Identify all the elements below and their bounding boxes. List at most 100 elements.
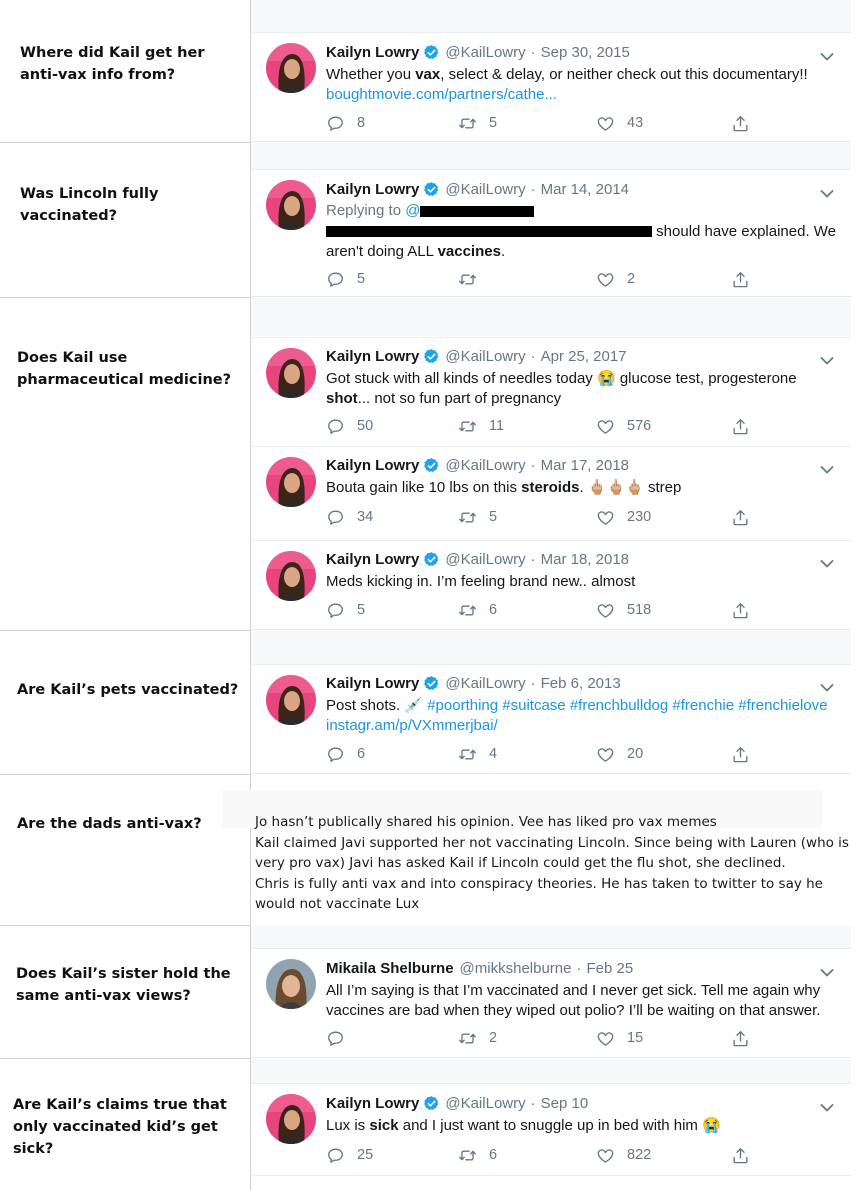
separator-dot: · — [576, 960, 582, 977]
retweet-button[interactable]: 6 — [458, 1145, 497, 1165]
verified-badge-icon — [423, 181, 440, 198]
author-name[interactable]: Kailyn Lowry — [326, 181, 419, 198]
tweet[interactable]: Mikaila Shelburne @mikkshelburne · Feb 2… — [252, 949, 850, 1057]
like-button[interactable]: 15 — [596, 1028, 643, 1048]
author-handle[interactable]: @KailLowry — [445, 1095, 525, 1112]
reply-button[interactable]: 34 — [326, 507, 373, 527]
author-name[interactable]: Kailyn Lowry — [326, 1095, 419, 1112]
share-button[interactable] — [731, 269, 750, 289]
separator-dot: · — [530, 675, 536, 692]
avatar[interactable] — [266, 43, 316, 93]
chevron-down-icon[interactable] — [820, 353, 834, 365]
author-name[interactable]: Kailyn Lowry — [326, 457, 419, 474]
like-button[interactable]: 822 — [596, 1145, 651, 1165]
share-button[interactable] — [731, 416, 750, 436]
share-button[interactable] — [731, 507, 750, 527]
author-handle[interactable]: @KailLowry — [445, 348, 525, 365]
like-button[interactable]: 230 — [596, 507, 651, 527]
reply-button[interactable]: 6 — [326, 744, 365, 764]
tweet-link[interactable]: boughtmovie.com/partners/cathe... — [326, 86, 557, 103]
chevron-down-icon[interactable] — [820, 186, 834, 198]
share-button[interactable] — [731, 1028, 750, 1048]
like-icon — [597, 603, 614, 618]
question-pharma-medicine: Does Kail use pharmaceutical medicine? — [17, 350, 232, 388]
avatar[interactable] — [266, 551, 316, 601]
share-button[interactable] — [731, 600, 750, 620]
tweet-date[interactable]: Feb 6, 2013 — [541, 675, 621, 692]
share-icon — [733, 418, 748, 434]
reply-button[interactable]: 25 — [326, 1145, 373, 1165]
share-button[interactable] — [731, 744, 750, 764]
author-name[interactable]: Kailyn Lowry — [326, 348, 419, 365]
like-button[interactable]: 43 — [596, 113, 643, 133]
retweet-count: 2 — [489, 1030, 498, 1046]
author-handle[interactable]: @KailLowry — [445, 551, 525, 568]
tweet-date[interactable]: Apr 25, 2017 — [541, 348, 627, 365]
retweet-button[interactable]: 4 — [458, 744, 497, 764]
reply-count: 50 — [357, 418, 374, 434]
reply-button[interactable]: 50 — [326, 416, 373, 436]
tweet-date[interactable]: Sep 10 — [541, 1095, 589, 1112]
retweet-button[interactable]: 11 — [458, 416, 504, 436]
retweet-button[interactable]: 2 — [458, 1028, 497, 1048]
retweet-button[interactable]: 6 — [458, 600, 497, 620]
reply-button[interactable] — [326, 1028, 357, 1048]
like-button[interactable]: 2 — [596, 269, 635, 289]
tweet[interactable]: Kailyn Lowry @KailLowry · Sep 30, 2015 W… — [252, 33, 850, 141]
author-handle[interactable]: @KailLowry — [445, 675, 525, 692]
reply-button[interactable]: 8 — [326, 113, 365, 133]
retweet-button[interactable] — [458, 269, 489, 289]
tweet-date[interactable]: Mar 14, 2014 — [541, 181, 629, 198]
chevron-down-icon[interactable] — [820, 462, 834, 474]
avatar[interactable] — [266, 675, 316, 725]
tweet[interactable]: Kailyn Lowry @KailLowry · Feb 6, 2013 Po… — [252, 665, 850, 773]
question-lincoln-vaccinated: Was Lincoln fully vaccinated? — [20, 186, 159, 224]
tweet-hashtags[interactable]: #poorthing #suitcase #frenchbulldog #fre… — [427, 697, 827, 714]
tweet-date[interactable]: Mar 17, 2018 — [541, 457, 629, 474]
chevron-down-icon[interactable] — [820, 1100, 834, 1112]
like-button[interactable]: 20 — [596, 744, 643, 764]
avatar[interactable] — [266, 457, 316, 507]
tweet[interactable]: Kailyn Lowry @KailLowry · Mar 18, 2018 M… — [252, 541, 850, 629]
avatar[interactable] — [266, 959, 316, 1009]
tweet[interactable]: Kailyn Lowry @KailLowry · Apr 25, 2017 G… — [252, 338, 850, 446]
avatar[interactable] — [266, 1094, 316, 1144]
author-handle[interactable]: @KailLowry — [445, 457, 525, 474]
author-name[interactable]: Mikaila Shelburne — [326, 960, 454, 977]
tweet[interactable]: Kailyn Lowry @KailLowry · Sep 10 Lux is … — [252, 1084, 850, 1175]
retweet-icon — [459, 511, 476, 523]
tweet[interactable]: Kailyn Lowry @KailLowry · Mar 14, 2014 R… — [252, 170, 850, 296]
chevron-down-icon[interactable] — [820, 680, 834, 692]
tweet-date[interactable]: Feb 25 — [586, 960, 633, 977]
like-count: 15 — [627, 1030, 644, 1046]
retweet-button[interactable]: 5 — [458, 507, 497, 527]
share-button[interactable] — [731, 1145, 750, 1165]
avatar[interactable] — [266, 348, 316, 398]
chevron-down-icon[interactable] — [820, 965, 834, 977]
reply-button[interactable]: 5 — [326, 600, 365, 620]
separator-dot: · — [530, 44, 536, 61]
author-handle[interactable]: @KailLowry — [445, 44, 525, 61]
author-handle[interactable]: @KailLowry — [445, 181, 525, 198]
author-name[interactable]: Kailyn Lowry — [326, 675, 419, 692]
tweet-border — [251, 1175, 851, 1176]
reply-mention[interactable]: @ — [405, 202, 420, 219]
tweet-link[interactable]: instagr.am/p/VXmmerjbai/ — [326, 717, 498, 734]
share-button[interactable] — [731, 113, 750, 133]
like-count: 230 — [627, 509, 652, 525]
question-dads-anti-vax: Are the dads anti-vax? — [17, 816, 202, 832]
avatar[interactable] — [266, 180, 316, 230]
chevron-down-icon[interactable] — [820, 556, 834, 568]
retweet-button[interactable]: 5 — [458, 113, 497, 133]
like-icon — [597, 747, 614, 762]
chevron-down-icon[interactable] — [820, 49, 834, 61]
tweet-date[interactable]: Mar 18, 2018 — [541, 551, 629, 568]
author-name[interactable]: Kailyn Lowry — [326, 551, 419, 568]
like-button[interactable]: 518 — [596, 600, 651, 620]
author-name[interactable]: Kailyn Lowry — [326, 44, 419, 61]
reply-button[interactable]: 5 — [326, 269, 365, 289]
tweet[interactable]: Kailyn Lowry @KailLowry · Mar 17, 2018 B… — [252, 447, 850, 540]
author-handle[interactable]: @mikkshelburne — [460, 960, 572, 977]
tweet-date[interactable]: Sep 30, 2015 — [541, 44, 630, 61]
like-button[interactable]: 576 — [596, 416, 651, 436]
